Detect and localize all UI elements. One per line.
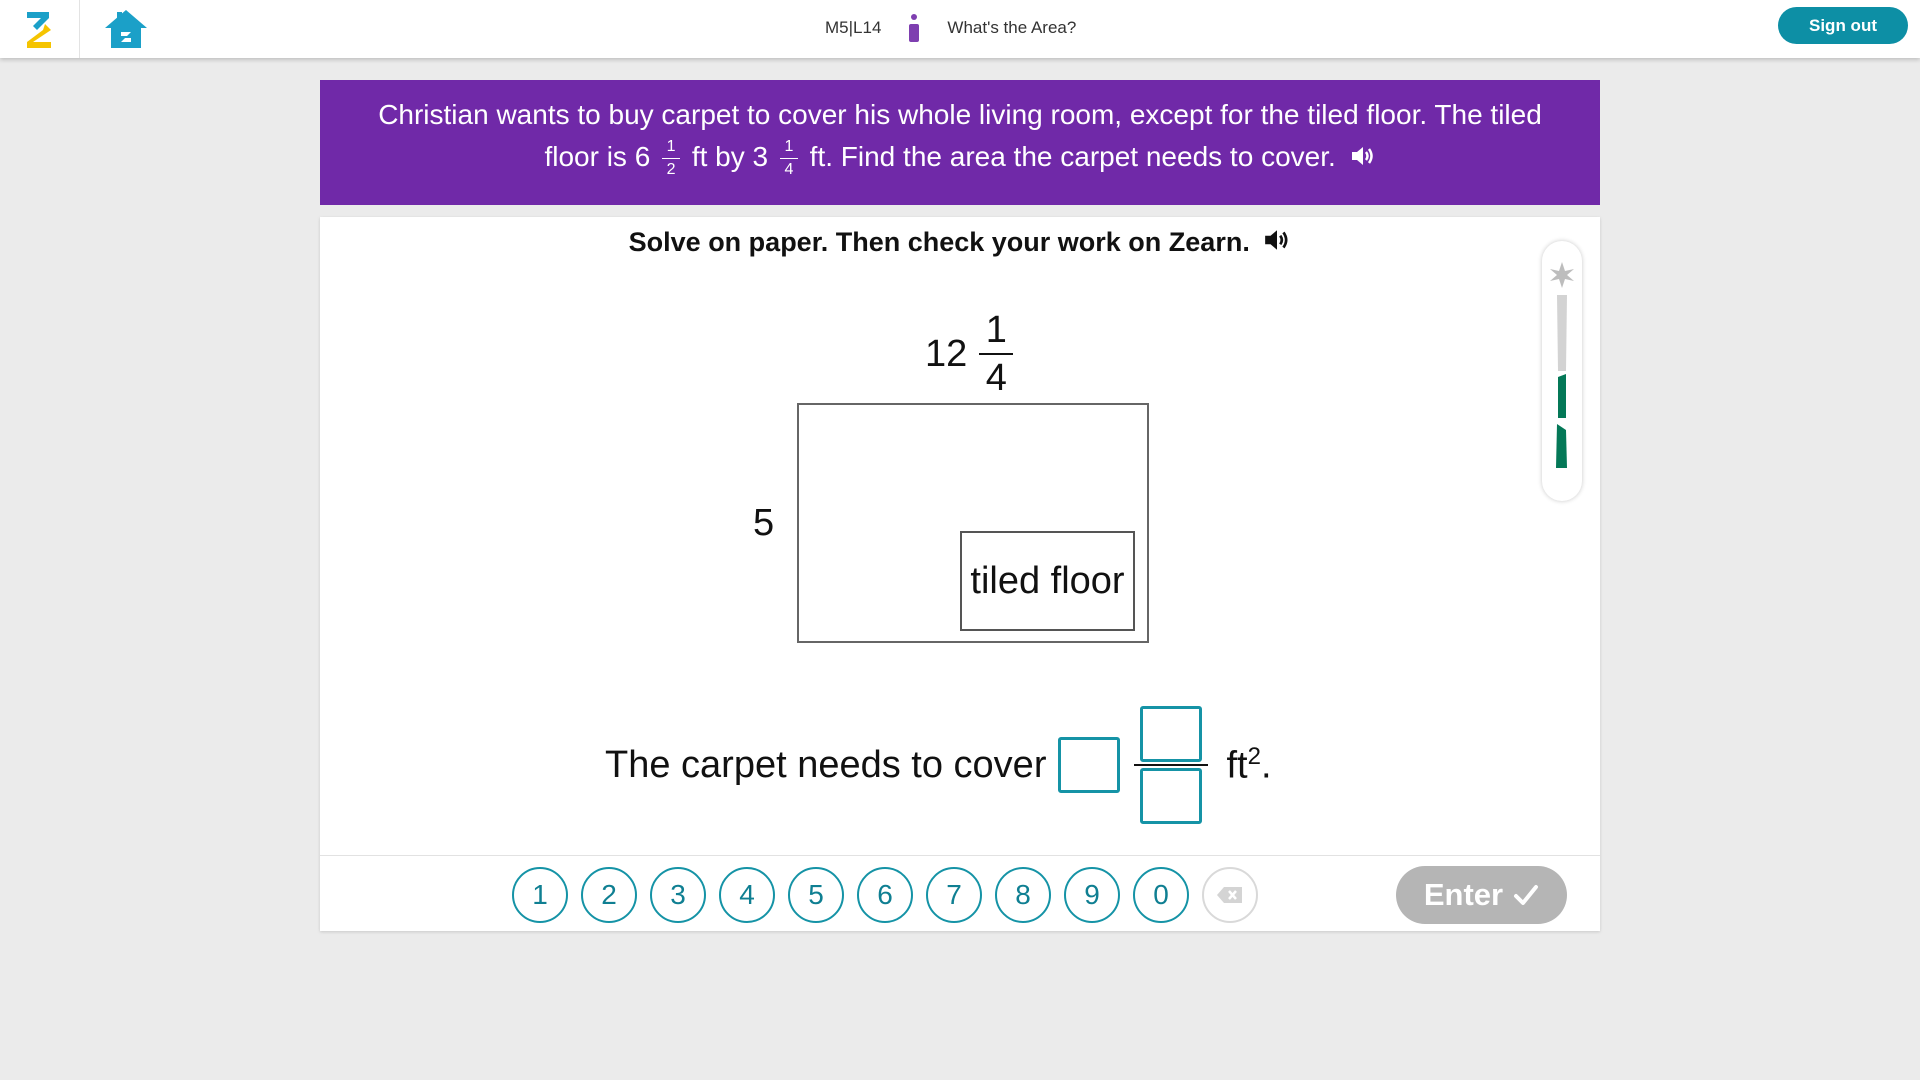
key-3[interactable]: 3 [650,867,706,923]
answer-numerator-input[interactable] [1140,706,1203,762]
progress-tower [1542,241,1582,501]
tiled-floor-label: tiled floor [970,559,1125,602]
fraction-numerator: 1 [666,138,676,156]
key-5[interactable]: 5 [788,867,844,923]
progress-segment-filled [1556,424,1567,468]
prompt-text-c: ft. Find the area the carpet needs to co… [809,141,1336,172]
prompt-line-1: Christian wants to buy carpet to cover h… [378,99,1542,130]
key-8[interactable]: 8 [995,867,1051,923]
number-keypad: 1 2 3 4 5 6 7 8 9 0 [512,867,1258,923]
left-dimension: 5 [753,502,775,544]
answer-whole-input[interactable] [1058,737,1121,793]
tiled-floor-rectangle: tiled floor [960,531,1135,631]
progress-tower-graphic [1550,262,1574,468]
backspace-icon [1217,887,1242,903]
fraction-bar [1134,764,1209,766]
divider [320,855,1600,856]
prompt-audio-button[interactable] [1350,138,1376,180]
lesson-title: What's the Area? [947,18,1077,37]
enter-button[interactable]: Enter [1396,866,1567,924]
key-1[interactable]: 1 [512,867,568,923]
lesson-info: M5|L14 What's the Area? [825,0,1076,56]
answer-fraction [1134,706,1209,824]
answer-label: The carpet needs to cover [605,743,1047,786]
key-9[interactable]: 9 [1064,867,1120,923]
speaker-icon [1351,146,1373,165]
key-0[interactable]: 0 [1133,867,1189,923]
key-6[interactable]: 6 [857,867,913,923]
key-2[interactable]: 2 [581,867,637,923]
fraction-numerator: 1 [784,138,794,156]
top-dimension-whole: 12 [925,332,968,375]
fraction-numerator: 1 [985,309,1007,351]
unit-period: . [1260,744,1272,787]
top-dimension-fraction: 1 4 [979,309,1014,399]
fraction-denominator: 4 [985,357,1007,399]
problem-prompt: Christian wants to buy carpet to cover h… [320,80,1600,205]
sparkle-icon [1550,262,1574,288]
prompt-text-a: floor is 6 [544,141,651,172]
unit-exponent: 2 [1247,742,1261,770]
logo-cell[interactable] [0,0,80,58]
purple-trophy-icon [909,14,920,42]
answer-denominator-input[interactable] [1140,768,1203,824]
checkmark-icon [1514,885,1539,905]
zearn-logo-icon[interactable] [23,8,57,50]
fraction-one-half: 1 2 [662,138,681,179]
fraction-denominator: 2 [666,161,676,179]
work-card: Solve on paper. Then check your work on … [320,217,1600,931]
fraction-one-quarter: 1 4 [779,138,798,179]
prompt-line-2: floor is 6 1 2 ft by 3 1 4 ft. Find the … [360,136,1560,180]
sign-out-button[interactable]: Sign out [1778,7,1908,44]
unit-text: ft [1226,744,1248,787]
prompt-text-b: ft by 3 [691,141,769,172]
top-dimension: 12 1 4 [925,309,1014,399]
home-button[interactable] [100,4,152,54]
top-bar: M5|L14 What's the Area? Sign out [0,0,1920,58]
key-7[interactable]: 7 [926,867,982,923]
fraction-denominator: 4 [784,161,794,179]
lesson-code: M5|L14 [825,18,882,37]
backspace-button[interactable] [1202,867,1258,923]
home-icon [105,10,147,48]
progress-segment-filled [1558,374,1566,418]
progress-segment-empty [1557,295,1567,371]
answer-unit: ft2. [1226,743,1271,788]
answer-row: The carpet needs to cover ft2. [605,705,1405,825]
enter-label: Enter [1423,877,1504,912]
key-4[interactable]: 4 [719,867,775,923]
